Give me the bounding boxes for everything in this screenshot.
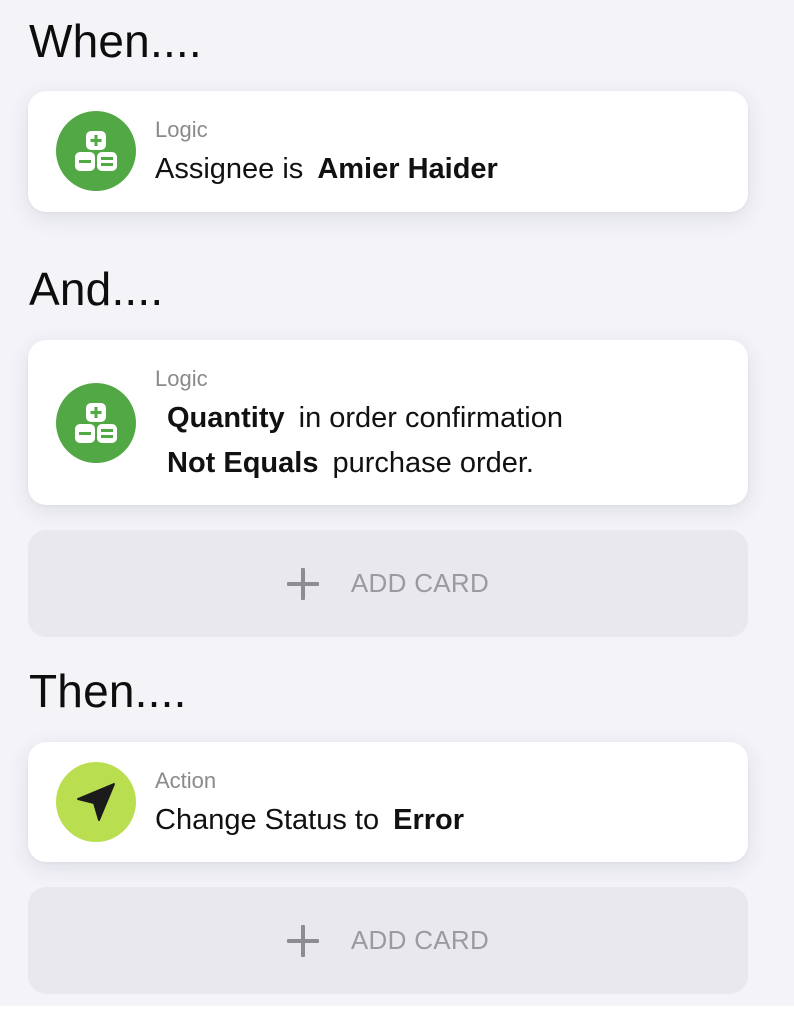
- add-card-label: ADD CARD: [350, 925, 490, 955]
- navigation-arrow-icon: [56, 762, 136, 842]
- card-condition: Assignee is Amier Haider: [155, 153, 498, 186]
- bottom-edge: [0, 1006, 794, 1014]
- condition-context: in order confirmation: [298, 402, 563, 434]
- action-prefix: Change Status to: [155, 804, 380, 836]
- add-card-label: ADD CARD: [350, 568, 490, 598]
- card-action: Change Status to Error: [155, 804, 464, 837]
- card-type-label: Logic: [155, 117, 208, 142]
- condition-prefix: Assignee is: [155, 153, 304, 185]
- logic-card-assignee[interactable]: Logic Assignee is Amier Haider: [28, 91, 748, 212]
- card-condition-line-1: Quantity in order confirmation: [167, 402, 563, 435]
- plus-icon: [286, 567, 319, 600]
- add-card-button[interactable]: ADD CARD: [28, 530, 748, 637]
- card-type-label: Logic: [155, 366, 208, 391]
- then-heading: Then....: [29, 665, 187, 717]
- add-card-button[interactable]: ADD CARD: [28, 887, 748, 994]
- logic-calculator-icon: [56, 111, 136, 191]
- condition-value: Amier Haider: [317, 153, 498, 185]
- card-condition-line-2: Not Equals purchase order.: [167, 447, 534, 480]
- action-value: Error: [393, 804, 465, 836]
- logic-card-quantity[interactable]: Logic Quantity in order confirmation Not …: [28, 340, 748, 505]
- logic-calculator-icon: [56, 383, 136, 463]
- when-heading: When....: [29, 15, 202, 67]
- condition-target: purchase order.: [332, 447, 534, 479]
- plus-icon: [286, 924, 319, 957]
- and-heading: And....: [29, 263, 164, 315]
- action-card-status[interactable]: Action Change Status to Error: [28, 742, 748, 862]
- condition-operator: Not Equals: [167, 447, 319, 479]
- condition-field: Quantity: [167, 402, 285, 434]
- card-type-label: Action: [155, 768, 217, 793]
